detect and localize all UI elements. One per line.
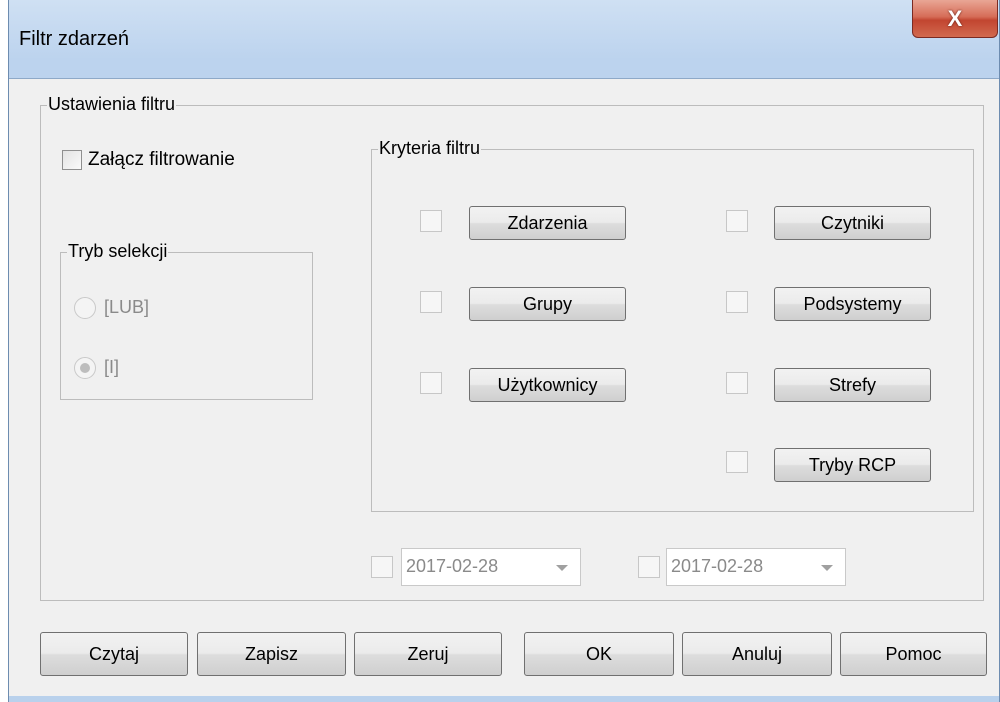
selection-mode-groupbox: Tryb selekcji [LUB] [I] bbox=[60, 240, 313, 400]
reset-button[interactable]: Zeruj bbox=[354, 632, 502, 676]
users-button[interactable]: Użytkownicy bbox=[469, 368, 626, 402]
readers-button[interactable]: Czytniki bbox=[774, 206, 931, 240]
cancel-button[interactable]: Anuluj bbox=[682, 632, 832, 676]
ok-button[interactable]: OK bbox=[524, 632, 674, 676]
settings-group-label: Ustawienia filtru bbox=[47, 93, 177, 115]
chevron-down-icon[interactable] bbox=[556, 565, 568, 571]
close-button[interactable]: X bbox=[912, 0, 998, 38]
radio-and-label: [I] bbox=[104, 357, 120, 377]
radio-and[interactable] bbox=[74, 357, 96, 379]
criteria-checkbox-users[interactable] bbox=[420, 372, 442, 394]
enable-filter-checkbox[interactable] bbox=[62, 150, 82, 170]
criteria-checkbox-subsystems[interactable] bbox=[726, 291, 748, 313]
date-from-picker[interactable]: 2017-02-28 bbox=[401, 548, 581, 586]
selection-mode-label: Tryb selekcji bbox=[67, 240, 169, 262]
criteria-checkbox-events[interactable] bbox=[420, 210, 442, 232]
criteria-groupbox: Kryteria filtru Zdarzenia Czytniki Grupy… bbox=[371, 137, 974, 512]
date-from-checkbox[interactable] bbox=[371, 556, 393, 578]
rcp-modes-button[interactable]: Tryby RCP bbox=[774, 448, 931, 482]
help-button[interactable]: Pomoc bbox=[840, 632, 987, 676]
date-to-value: 2017-02-28 bbox=[671, 556, 764, 576]
dialog-client-area: Ustawienia filtru Załącz filtrowanie Try… bbox=[9, 78, 999, 696]
criteria-checkbox-zones[interactable] bbox=[726, 372, 748, 394]
date-from-value: 2017-02-28 bbox=[406, 556, 499, 576]
window-title: Filtr zdarzeń bbox=[19, 28, 130, 50]
zones-button[interactable]: Strefy bbox=[774, 368, 931, 402]
radio-or-label: [LUB] bbox=[104, 297, 150, 317]
save-button[interactable]: Zapisz bbox=[197, 632, 346, 676]
dialog-window: Filtr zdarzeń X Ustawienia filtru Załącz… bbox=[8, 0, 1000, 702]
read-button[interactable]: Czytaj bbox=[40, 632, 188, 676]
enable-filter-label[interactable]: Załącz filtrowanie bbox=[88, 148, 235, 172]
chevron-down-icon[interactable] bbox=[821, 565, 833, 571]
criteria-checkbox-groups[interactable] bbox=[420, 291, 442, 313]
groups-button[interactable]: Grupy bbox=[469, 287, 626, 321]
date-to-picker[interactable]: 2017-02-28 bbox=[666, 548, 846, 586]
settings-groupbox: Ustawienia filtru Załącz filtrowanie Try… bbox=[40, 93, 984, 601]
close-icon: X bbox=[947, 5, 963, 31]
criteria-checkbox-rcp-modes[interactable] bbox=[726, 451, 748, 473]
events-button[interactable]: Zdarzenia bbox=[469, 206, 626, 240]
criteria-group-label: Kryteria filtru bbox=[378, 137, 482, 159]
subsystems-button[interactable]: Podsystemy bbox=[774, 287, 931, 321]
radio-or[interactable] bbox=[74, 297, 96, 319]
criteria-checkbox-readers[interactable] bbox=[726, 210, 748, 232]
date-to-checkbox[interactable] bbox=[638, 556, 660, 578]
